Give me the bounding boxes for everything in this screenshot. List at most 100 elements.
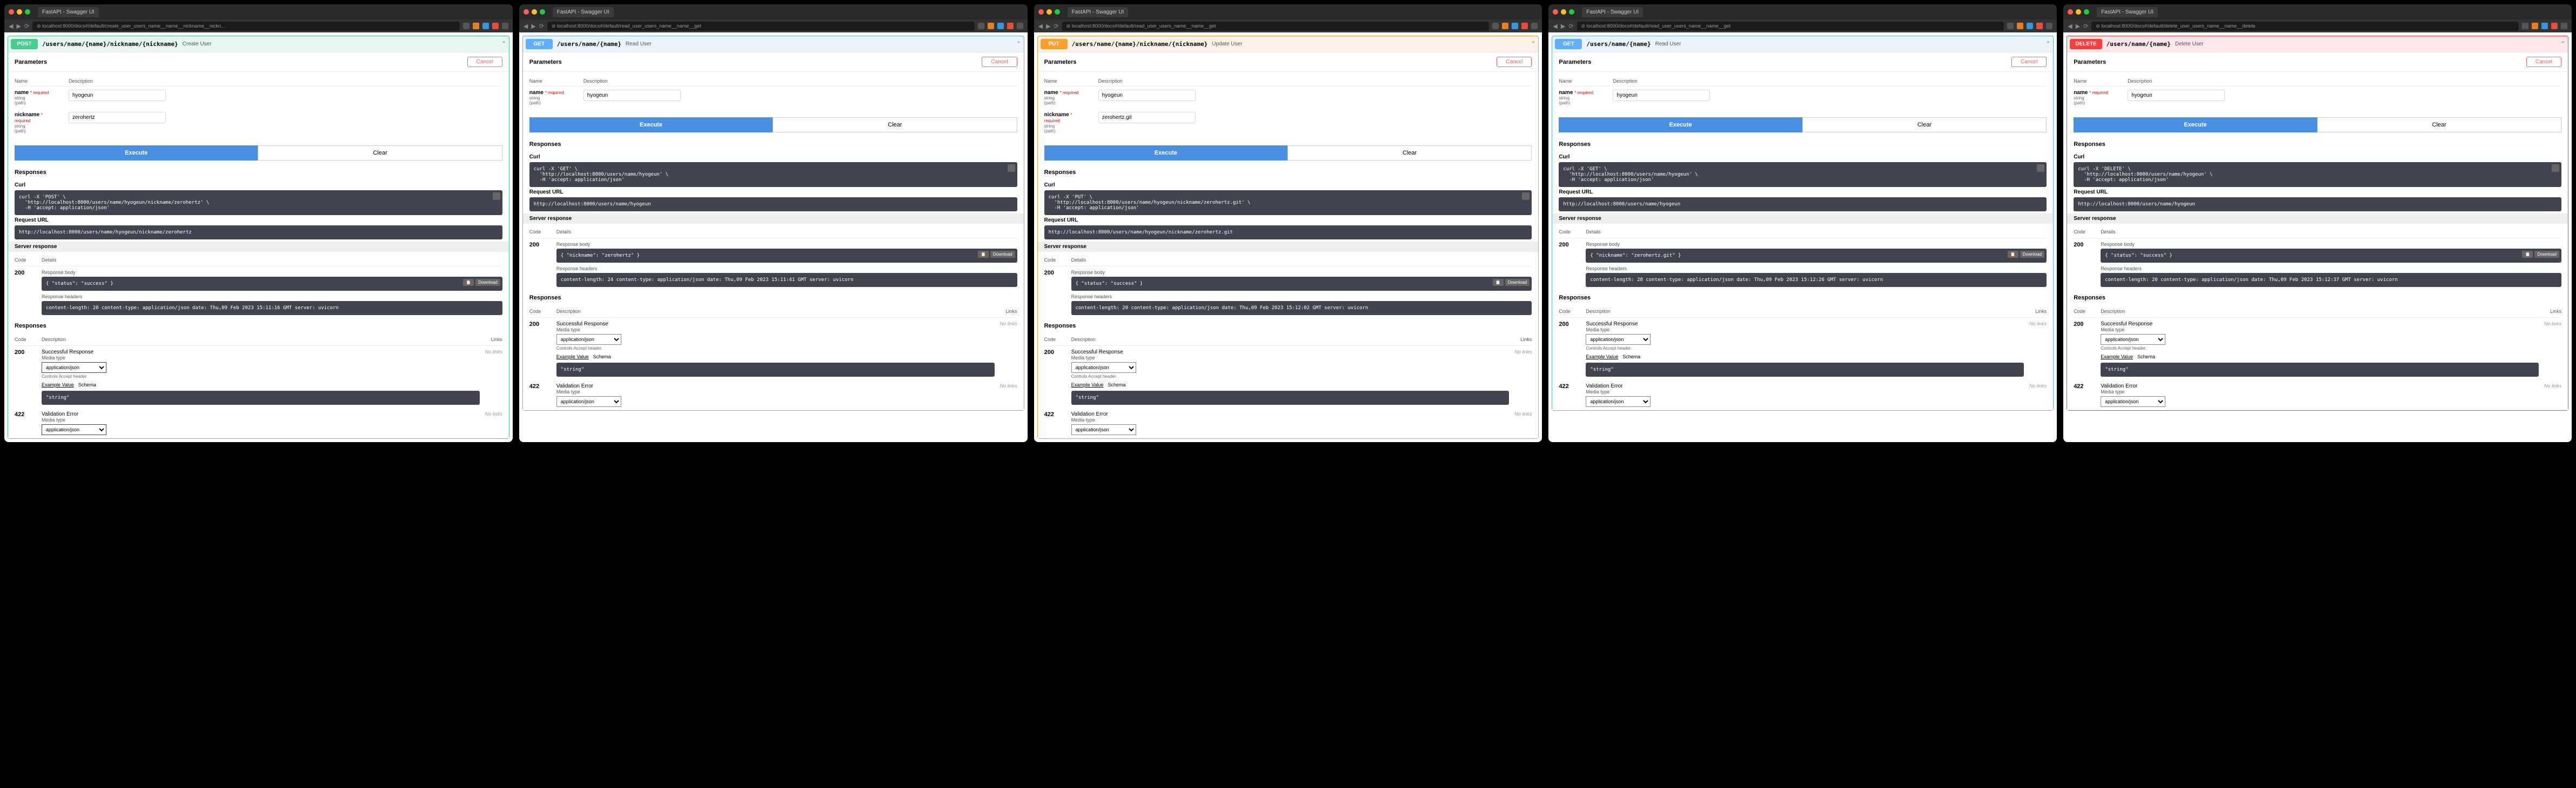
extension-icon[interactable] (2017, 23, 2023, 29)
media-type-select[interactable]: application/json (1586, 334, 1651, 345)
forward-icon[interactable]: ▶ (16, 23, 21, 30)
example-tab[interactable]: Example Value (2101, 354, 2133, 359)
execute-button[interactable]: Execute (1044, 145, 1287, 161)
param-input[interactable] (69, 90, 166, 101)
browser-tab[interactable]: FastAPI - Swagger UI (553, 7, 614, 17)
schema-tab[interactable]: Schema (1108, 382, 1125, 388)
extension-icon[interactable] (1007, 23, 1014, 29)
forward-icon[interactable]: ▶ (2076, 23, 2080, 30)
operation-header[interactable]: DELETE/users/name/{name}Delete User⌃ (2067, 36, 2568, 52)
forward-icon[interactable]: ▶ (1561, 23, 1565, 30)
extension-icon[interactable] (997, 23, 1004, 29)
chevron-up-icon[interactable]: ⌃ (1016, 41, 1021, 47)
schema-tab[interactable]: Schema (1622, 354, 1640, 359)
media-type-select[interactable]: application/json (1071, 362, 1136, 373)
param-input[interactable] (2128, 90, 2225, 101)
forward-icon[interactable]: ▶ (531, 23, 535, 30)
extension-icon[interactable] (2522, 23, 2528, 29)
forward-icon[interactable]: ▶ (1046, 23, 1050, 30)
extension-icon[interactable] (1492, 23, 1499, 29)
media-type-select[interactable]: application/json (556, 334, 621, 345)
close-icon[interactable] (2068, 9, 2073, 15)
maximize-icon[interactable] (1055, 9, 1060, 15)
copy-icon[interactable]: 📋 (463, 279, 474, 286)
chevron-up-icon[interactable]: ⌃ (1531, 41, 1535, 47)
clear-button[interactable]: Clear (2317, 117, 2561, 132)
extension-icon[interactable] (502, 23, 508, 29)
operation-header[interactable]: PUT/users/name/{name}/nickname/{nickname… (1038, 36, 1539, 52)
copy-icon[interactable]: 📋 (2522, 251, 2533, 258)
media-type-select[interactable]: application/json (1071, 424, 1136, 435)
extension-icon[interactable] (1502, 23, 1508, 29)
minimize-icon[interactable] (1561, 9, 1566, 15)
download-button[interactable]: Download (2020, 251, 2045, 258)
cancel-button[interactable]: Cancel (2526, 57, 2561, 67)
media-type-select[interactable]: application/json (1586, 396, 1651, 407)
maximize-icon[interactable] (1569, 9, 1574, 15)
cancel-button[interactable]: Cancel (467, 57, 502, 67)
param-input[interactable] (1613, 90, 1710, 101)
maximize-icon[interactable] (25, 9, 30, 15)
close-icon[interactable] (9, 9, 14, 15)
copy-icon[interactable] (1008, 164, 1015, 172)
browser-tab[interactable]: FastAPI - Swagger UI (2097, 7, 2158, 17)
address-input[interactable]: ⊘ localhost:8000/docs#/default/read_user… (1062, 22, 1490, 31)
address-input[interactable]: ⊘ localhost:8000/docs#/default/create_us… (32, 22, 460, 31)
download-button[interactable]: Download (2534, 251, 2559, 258)
extension-icon[interactable] (2551, 23, 2558, 29)
schema-tab[interactable]: Schema (78, 382, 96, 388)
cancel-button[interactable]: Cancel (982, 57, 1017, 67)
extension-icon[interactable] (1521, 23, 1528, 29)
execute-button[interactable]: Execute (1559, 117, 1802, 132)
extension-icon[interactable] (2046, 23, 2052, 29)
param-input[interactable] (583, 90, 681, 101)
extension-icon[interactable] (463, 23, 469, 29)
minimize-icon[interactable] (532, 9, 537, 15)
extension-icon[interactable] (492, 23, 499, 29)
clear-button[interactable]: Clear (1287, 145, 1532, 161)
example-tab[interactable]: Example Value (42, 382, 74, 388)
extension-icon[interactable] (978, 23, 984, 29)
copy-icon[interactable]: 📋 (978, 251, 989, 258)
extension-icon[interactable] (1531, 23, 1538, 29)
address-input[interactable]: ⊘ localhost:8000/docs#/default/read_user… (1577, 22, 2004, 31)
extension-icon[interactable] (2036, 23, 2043, 29)
execute-button[interactable]: Execute (529, 117, 773, 132)
example-tab[interactable]: Example Value (556, 354, 589, 359)
back-icon[interactable]: ◀ (1553, 23, 1557, 30)
clear-button[interactable]: Clear (258, 145, 502, 161)
maximize-icon[interactable] (540, 9, 545, 15)
back-icon[interactable]: ◀ (1038, 23, 1043, 30)
extension-icon[interactable] (1512, 23, 1518, 29)
address-input[interactable]: ⊘ localhost:8000/docs#/default/read_user… (547, 22, 975, 31)
extension-icon[interactable] (2027, 23, 2033, 29)
media-type-select[interactable]: application/json (42, 424, 106, 435)
reload-icon[interactable]: ⟳ (539, 23, 544, 30)
reload-icon[interactable]: ⟳ (1054, 23, 1059, 30)
param-input[interactable] (1098, 112, 1196, 123)
clear-button[interactable]: Clear (773, 117, 1017, 132)
extension-icon[interactable] (2561, 23, 2567, 29)
media-type-select[interactable]: application/json (556, 396, 621, 407)
schema-tab[interactable]: Schema (2137, 354, 2155, 359)
download-button[interactable]: Download (1505, 279, 1530, 286)
extension-icon[interactable] (988, 23, 994, 29)
param-input[interactable] (1098, 90, 1196, 101)
copy-icon[interactable] (493, 192, 500, 200)
copy-icon[interactable]: 📋 (1493, 279, 1504, 286)
chevron-up-icon[interactable]: ⌃ (2561, 41, 2565, 47)
extension-icon[interactable] (2541, 23, 2548, 29)
download-button[interactable]: Download (475, 279, 500, 286)
address-input[interactable]: ⊘ localhost:8000/docs#/default/delete_us… (2091, 22, 2519, 31)
example-tab[interactable]: Example Value (1071, 382, 1104, 388)
operation-header[interactable]: GET/users/name/{name}Read User⌃ (1552, 36, 2053, 52)
extension-icon[interactable] (1017, 23, 1023, 29)
minimize-icon[interactable] (2076, 9, 2081, 15)
back-icon[interactable]: ◀ (9, 23, 13, 30)
chevron-up-icon[interactable]: ⌃ (2046, 41, 2050, 47)
copy-icon[interactable]: 📋 (2008, 251, 2018, 258)
copy-icon[interactable] (2552, 164, 2559, 172)
clear-button[interactable]: Clear (1802, 117, 2047, 132)
close-icon[interactable] (1038, 9, 1044, 15)
download-button[interactable]: Download (990, 251, 1015, 258)
